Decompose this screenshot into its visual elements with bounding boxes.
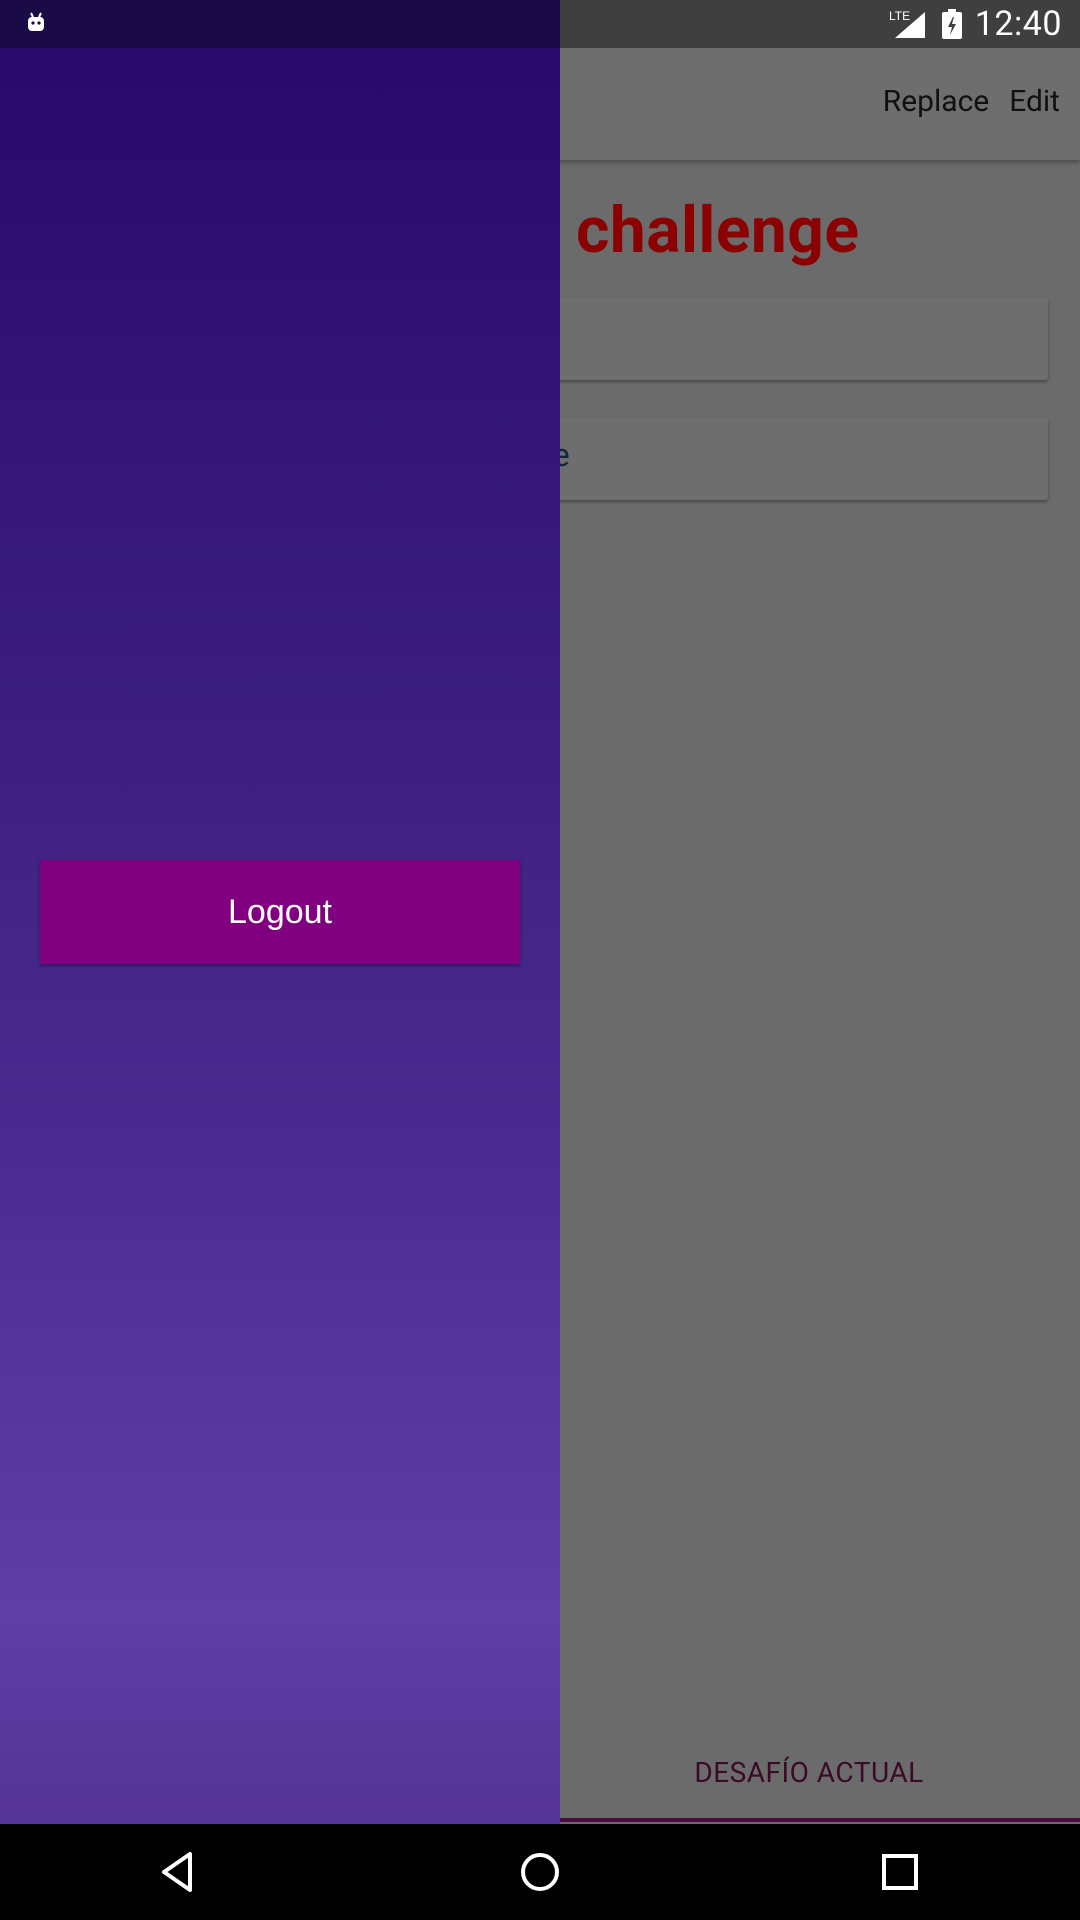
svg-text:LTE: LTE	[889, 9, 910, 23]
edit-button[interactable]: Edit	[1009, 84, 1060, 119]
status-time: 12:40	[974, 4, 1062, 44]
status-bar: LTE 12:40	[0, 0, 1080, 48]
navigation-drawer: Logout	[0, 48, 560, 1824]
replace-button[interactable]: Replace	[883, 84, 989, 119]
tab-indicator	[560, 1818, 1080, 1822]
home-icon[interactable]	[516, 1848, 564, 1896]
logout-button[interactable]: Logout	[40, 860, 520, 964]
tab-current-challenge[interactable]: DESAFÍO ACTUAL	[556, 1756, 1062, 1789]
status-bar-right: LTE 12:40	[889, 0, 1062, 48]
status-bar-drawer-region	[0, 0, 560, 48]
lte-signal-icon: LTE	[889, 9, 925, 38]
toolbar-actions: Replace Edit	[883, 84, 1060, 119]
back-icon[interactable]	[156, 1848, 204, 1896]
android-debug-icon	[28, 12, 44, 31]
battery-charging-icon	[941, 9, 962, 39]
page-title: challenge	[576, 193, 860, 268]
system-navigation-bar	[0, 1824, 1080, 1920]
recents-icon[interactable]	[876, 1848, 924, 1896]
